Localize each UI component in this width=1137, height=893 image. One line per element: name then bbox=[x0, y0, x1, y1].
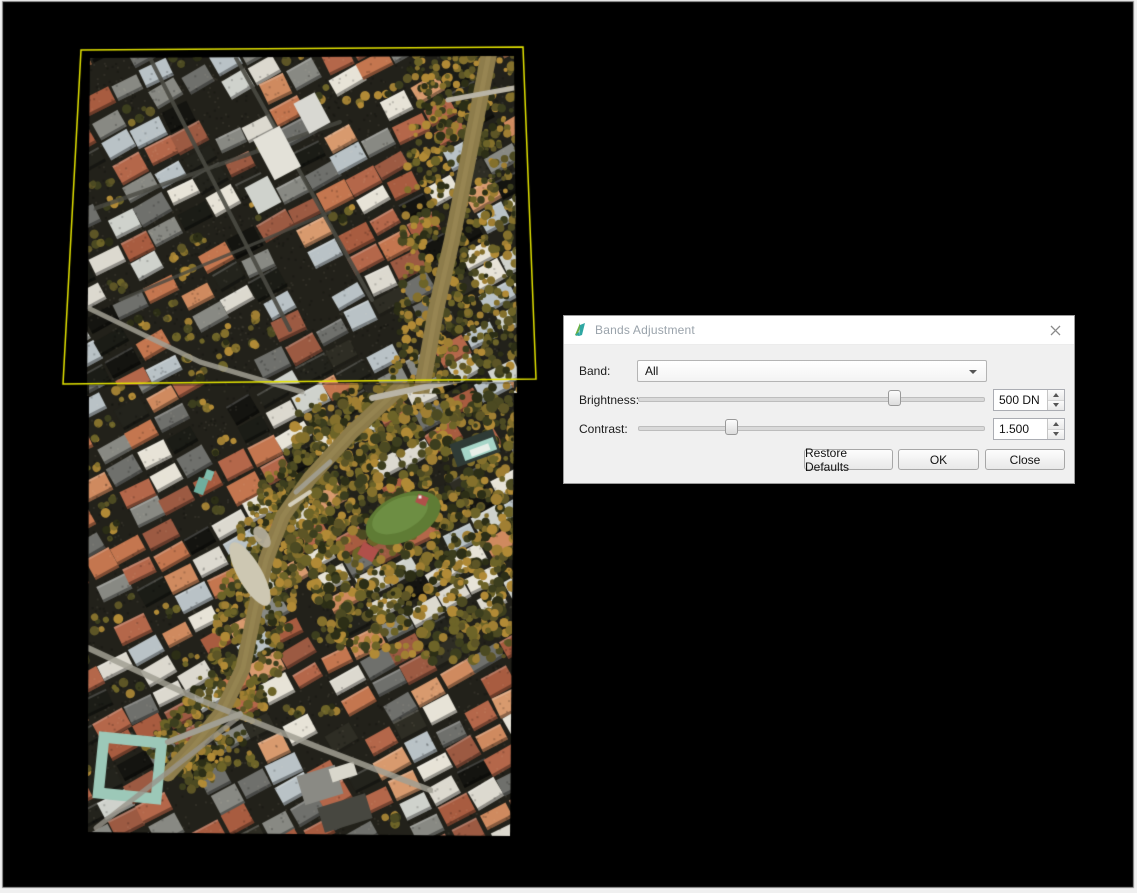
chevron-down-icon bbox=[969, 370, 977, 374]
contrast-spin-up-button[interactable] bbox=[1048, 419, 1064, 429]
contrast-input[interactable] bbox=[994, 419, 1048, 439]
ok-button[interactable]: OK bbox=[898, 449, 979, 470]
contrast-label: Contrast: bbox=[579, 422, 628, 436]
spin-up-icon bbox=[1053, 422, 1059, 426]
brightness-spin-up-button[interactable] bbox=[1048, 390, 1064, 400]
contrast-slider-handle[interactable] bbox=[725, 419, 738, 435]
dialog-title: Bands Adjustment bbox=[595, 323, 695, 337]
restore-defaults-button[interactable]: Restore Defaults bbox=[804, 449, 893, 470]
brightness-input[interactable] bbox=[994, 390, 1048, 410]
close-button[interactable]: Close bbox=[985, 449, 1065, 470]
brightness-label: Brightness: bbox=[579, 393, 639, 407]
titlebar-close-button[interactable] bbox=[1042, 320, 1068, 340]
brightness-spin-down-button[interactable] bbox=[1048, 400, 1064, 411]
close-icon bbox=[1050, 325, 1061, 336]
contrast-slider[interactable] bbox=[638, 417, 985, 439]
contrast-spin-down-button[interactable] bbox=[1048, 429, 1064, 440]
band-label: Band: bbox=[579, 364, 610, 378]
spin-up-icon bbox=[1053, 393, 1059, 397]
spin-down-icon bbox=[1053, 403, 1059, 407]
band-selected-value: All bbox=[645, 364, 658, 378]
dialog-titlebar[interactable]: Bands Adjustment bbox=[564, 316, 1074, 345]
brightness-slider-groove[interactable] bbox=[638, 397, 985, 402]
contrast-spinbox bbox=[993, 418, 1065, 440]
brightness-spinbox bbox=[993, 389, 1065, 411]
brightness-slider[interactable] bbox=[638, 388, 985, 410]
brightness-slider-handle[interactable] bbox=[888, 390, 901, 406]
spin-down-icon bbox=[1053, 432, 1059, 436]
contrast-slider-groove[interactable] bbox=[638, 426, 985, 431]
bands-adjustment-dialog: Bands Adjustment Band: All Brightness: C… bbox=[563, 315, 1075, 484]
app-logo-icon bbox=[572, 322, 588, 338]
band-select[interactable]: All bbox=[637, 360, 987, 382]
